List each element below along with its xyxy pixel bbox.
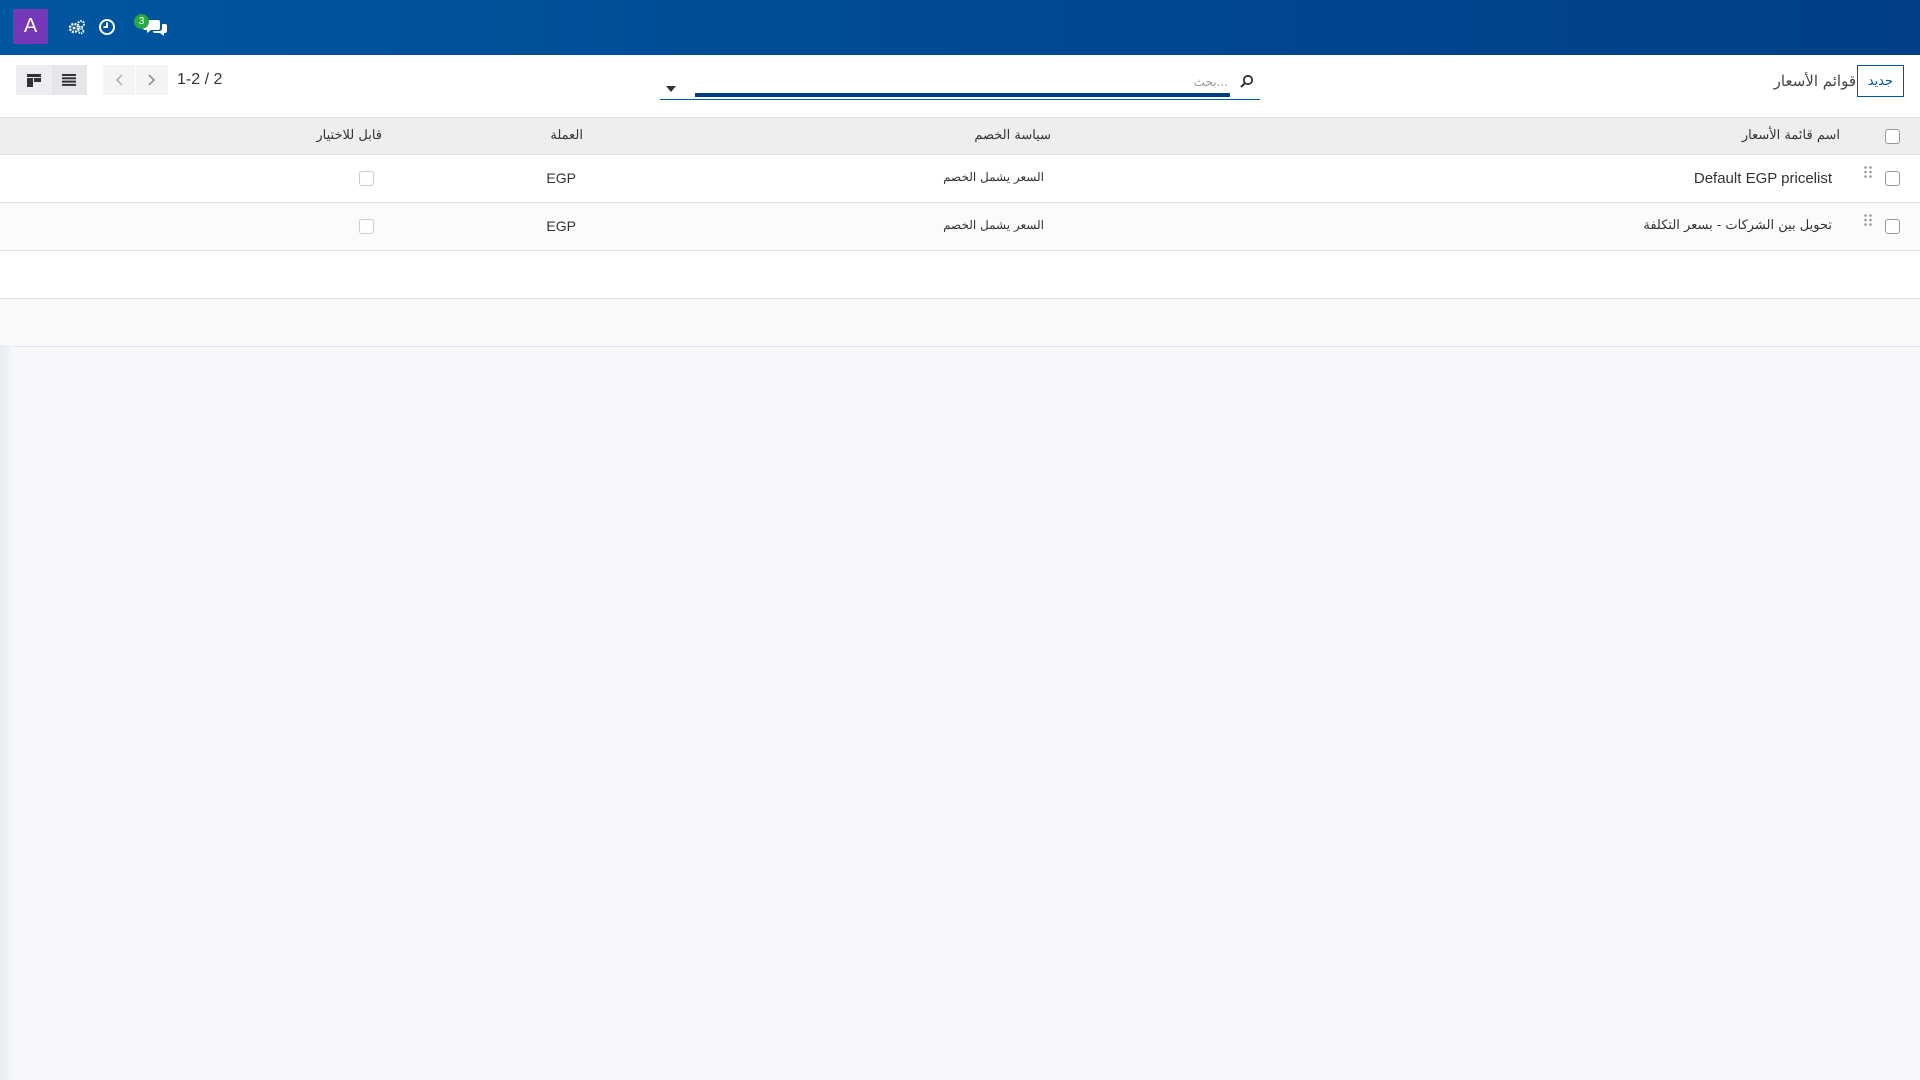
empty-row (0, 251, 1920, 299)
cell-name: تحويل بين الشركات - بسعر التكلفة (1643, 218, 1832, 233)
chevron-left-icon (115, 74, 123, 86)
cell-name: Default EGP pricelist (1693, 170, 1832, 187)
search-input[interactable]: بحث... (1194, 75, 1228, 89)
search-icon[interactable] (1240, 73, 1254, 92)
kanban-view-button[interactable] (16, 65, 52, 95)
user-avatar[interactable]: A (13, 9, 48, 44)
pricelist-table: اسم قائمة الأسعار سياسة الخصم العملة قاب… (0, 118, 1920, 347)
row-checkbox[interactable] (1885, 171, 1900, 186)
chevron-right-icon (148, 74, 156, 86)
top-navbar: A 3 (0, 0, 1920, 55)
drag-handle-icon[interactable] (1864, 165, 1872, 184)
column-header-name[interactable]: اسم قائمة الأسعار (1742, 128, 1840, 143)
list-view-button[interactable] (51, 65, 87, 95)
breadcrumb: قوائم الأسعار (1773, 72, 1856, 90)
search-bar[interactable]: بحث... (660, 65, 1260, 100)
column-header-currency[interactable]: العملة (550, 128, 583, 143)
empty-row (0, 299, 1920, 347)
column-header-selectable[interactable]: قابل للاختيار (316, 128, 382, 143)
search-input-highlight (695, 93, 1230, 97)
selectable-checkbox (359, 219, 374, 234)
table-row[interactable]: تحويل بين الشركات - بسعر التكلفة السعر ي… (0, 203, 1920, 251)
table-row[interactable]: Default EGP pricelist السعر يشمل الخصم E… (0, 155, 1920, 203)
row-checkbox[interactable] (1885, 219, 1900, 234)
column-header-discount-policy[interactable]: سياسة الخصم (974, 128, 1051, 143)
cell-currency: EGP (546, 218, 576, 234)
settings-cogs-icon[interactable] (66, 16, 88, 38)
table-header: اسم قائمة الأسعار سياسة الخصم العملة قاب… (0, 118, 1920, 155)
pager-next-button[interactable] (136, 65, 168, 95)
select-all-checkbox[interactable] (1885, 129, 1900, 144)
kanban-icon (27, 73, 41, 87)
selectable-checkbox (359, 171, 374, 186)
page-edge-shadow (0, 345, 14, 1080)
pager-value[interactable]: 1-2 / 2 (177, 71, 222, 89)
pager-previous-button[interactable] (103, 65, 135, 95)
cell-currency: EGP (546, 170, 576, 186)
drag-handle-icon[interactable] (1864, 213, 1872, 232)
new-button[interactable]: جديد (1856, 65, 1904, 97)
cell-discount-policy: السعر يشمل الخصم (943, 170, 1044, 184)
clock-icon[interactable] (96, 16, 118, 38)
cell-discount-policy: السعر يشمل الخصم (943, 218, 1044, 232)
control-panel: جديد قوائم الأسعار بحث... 1-2 / 2 (0, 55, 1920, 118)
list-icon (62, 74, 76, 86)
chat-badge: 3 (134, 14, 149, 29)
search-options-toggle-icon[interactable] (666, 77, 676, 96)
